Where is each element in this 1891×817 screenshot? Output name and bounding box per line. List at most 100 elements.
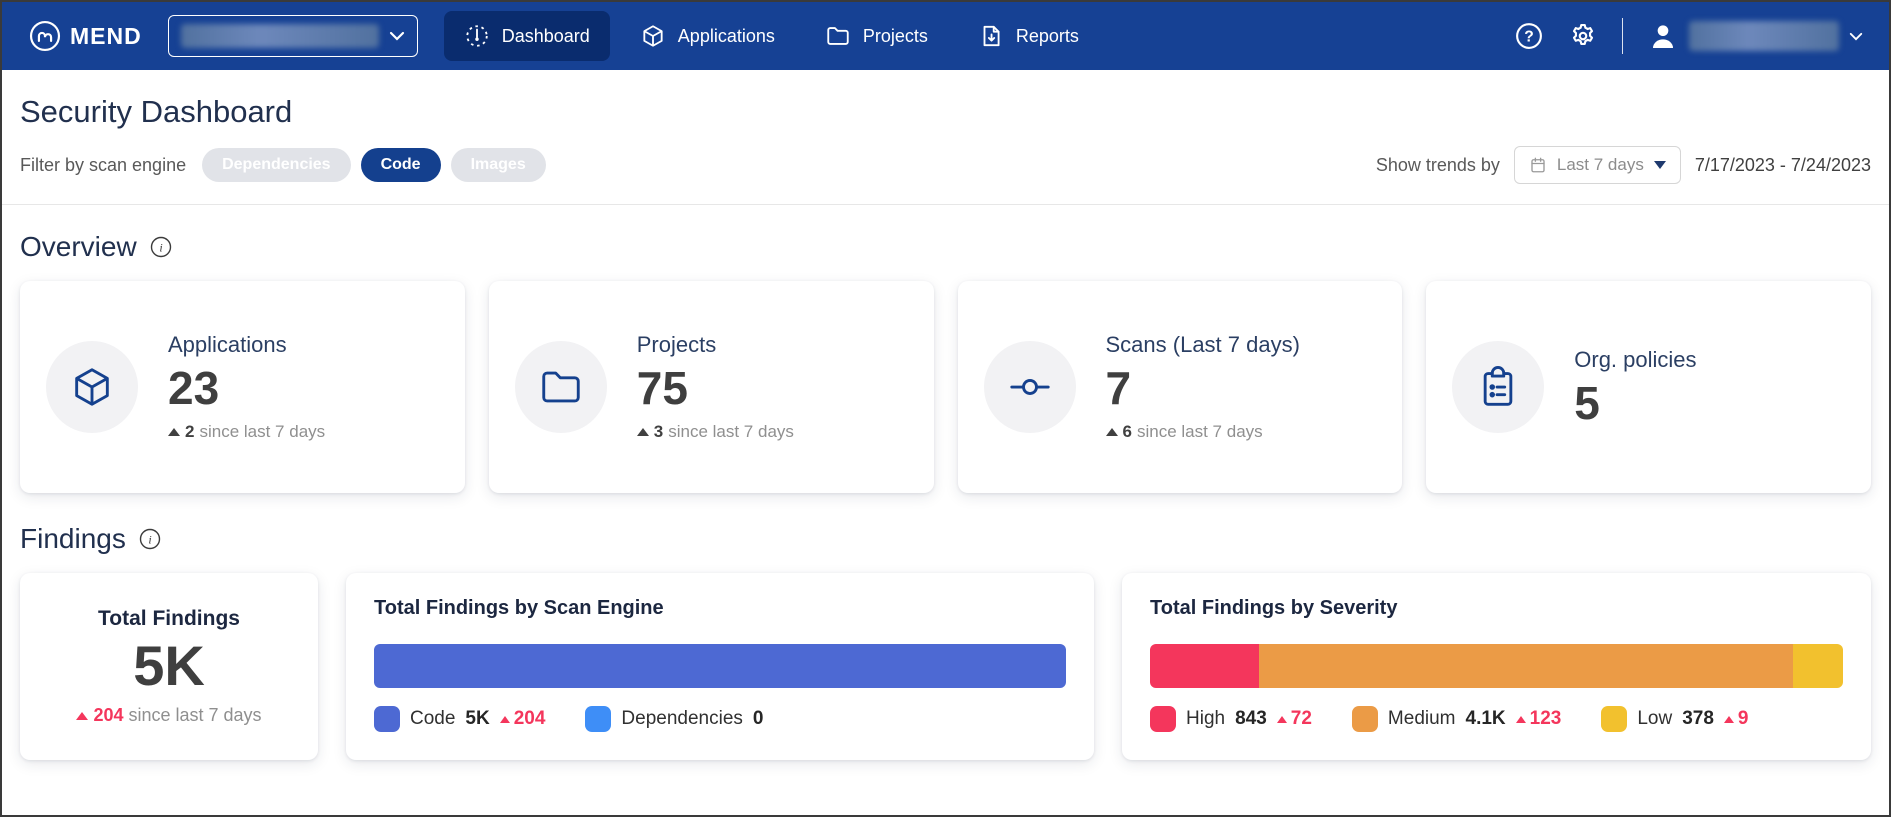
trend-suffix: since last 7 days [1137,422,1263,442]
page-title: Security Dashboard [20,94,1871,130]
filter-label: Filter by scan engine [20,155,186,176]
scan-engine-stacked-bar[interactable] [374,644,1066,688]
icon-circle [984,341,1076,433]
legend-swatch [1352,706,1378,732]
settings-gear-icon[interactable] [1568,21,1598,51]
legend-delta: 9 [1724,708,1749,730]
nav-tab-label: Projects [863,26,928,47]
caret-down-icon [1654,161,1666,169]
trend-range-dropdown[interactable]: Last 7 days [1514,146,1681,184]
legend-value: 0 [753,708,764,730]
legend-swatch [1601,706,1627,732]
bar-segment-low[interactable] [1793,644,1843,688]
legend-name: Medium [1388,708,1456,730]
legend-name: Dependencies [621,708,742,730]
nav-tab-label: Reports [1016,26,1079,47]
legend-delta-value: 123 [1530,708,1562,730]
trend-up-icon [500,716,510,723]
trend-up-icon [76,712,88,720]
nav-tab-label: Dashboard [502,26,590,47]
overview-section-header: Overview i [20,231,1871,263]
card-label: Applications [168,332,325,358]
trends-controls: Show trends by Last 7 days 7/17/2023 - 7… [1376,146,1871,184]
scan-engine-chart-title: Total Findings by Scan Engine [374,597,1066,620]
cube-icon [640,23,666,49]
mend-logo[interactable]: MEND [28,19,142,53]
filter-pill-images[interactable]: Images [451,148,546,182]
legend-swatch [585,706,611,732]
legend-value: 843 [1235,708,1267,730]
nav-tab-reports[interactable]: Reports [958,11,1099,61]
trend-up-icon [1277,716,1287,723]
legend-item-high: High 843 72 [1150,706,1312,732]
trend-up-icon [1106,428,1118,436]
legend-delta-value: 9 [1738,708,1749,730]
trend-up-icon [168,428,180,436]
total-findings-card[interactable]: Total Findings 5K 204 since last 7 days [20,573,318,760]
scan-commit-icon [1007,364,1053,410]
trend-delta: 6 [1123,422,1132,442]
report-download-icon [978,23,1004,49]
bar-segment-high[interactable] [1150,644,1259,688]
overview-title: Overview [20,231,137,263]
filter-pill-dependencies[interactable]: Dependencies [202,148,350,182]
nav-tab-projects[interactable]: Projects [805,11,948,61]
findings-title: Findings [20,523,126,555]
user-avatar-icon [1647,20,1679,52]
header-divider [2,204,1889,205]
overview-card-org-policies[interactable]: Org. policies 5 [1426,281,1871,493]
organization-selector[interactable] [168,15,418,57]
organization-name-redacted [181,24,379,48]
nav-tab-applications[interactable]: Applications [620,11,795,61]
filter-pill-code[interactable]: Code [361,148,441,182]
user-menu[interactable] [1647,20,1863,52]
trend-delta: 204 [93,705,123,726]
cube-icon [69,364,115,410]
scan-engine-filter-group: Dependencies Code Images [202,148,546,182]
nav-tab-dashboard[interactable]: Dashboard [444,11,610,61]
card-value: 75 [637,364,794,412]
mend-logo-icon [28,19,62,53]
total-findings-trend: 204 since last 7 days [76,705,261,726]
help-icon[interactable]: ? [1514,21,1544,51]
main-navigation: Dashboard Applications Projects [444,11,1099,61]
findings-by-severity-card: Total Findings by Severity High 843 72 [1122,573,1871,760]
card-trend: 6 since last 7 days [1106,422,1300,442]
info-icon[interactable]: i [138,527,162,551]
show-trends-label: Show trends by [1376,155,1500,176]
card-label: Org. policies [1574,347,1696,373]
bar-segment-code[interactable] [374,644,1066,688]
overview-card-projects[interactable]: Projects 75 3 since last 7 days [489,281,934,493]
legend-value: 4.1K [1466,708,1506,730]
severity-stacked-bar[interactable] [1150,644,1843,688]
findings-cards-row: Total Findings 5K 204 since last 7 days … [20,573,1871,760]
legend-swatch [374,706,400,732]
icon-circle [46,341,138,433]
username-redacted [1689,21,1839,51]
severity-chart-title: Total Findings by Severity [1150,597,1843,620]
bar-segment-medium[interactable] [1259,644,1793,688]
svg-text:i: i [159,241,162,255]
legend-item-dependencies: Dependencies 0 [585,706,763,732]
info-icon[interactable]: i [149,235,173,259]
date-range: 7/17/2023 - 7/24/2023 [1695,155,1871,176]
overview-card-applications[interactable]: Applications 23 2 since last 7 days [20,281,465,493]
calendar-icon [1529,156,1547,174]
trend-up-icon [1724,716,1734,723]
dashboard-gauge-icon [464,23,490,49]
legend-item-medium: Medium 4.1K 123 [1352,706,1561,732]
top-navbar: MEND Dashboard [2,2,1889,70]
legend-delta: 72 [1277,708,1312,730]
trend-suffix: since last 7 days [128,705,261,726]
legend-value: 378 [1682,708,1714,730]
findings-by-scan-engine-card: Total Findings by Scan Engine Code 5K 20… [346,573,1094,760]
card-label: Projects [637,332,794,358]
legend-delta-value: 204 [514,708,546,730]
icon-circle [1452,341,1544,433]
scan-engine-legend: Code 5K 204 Dependencies 0 [374,706,1066,732]
legend-name: High [1186,708,1225,730]
card-trend: 3 since last 7 days [637,422,794,442]
trend-suffix: since last 7 days [199,422,325,442]
legend-delta-value: 72 [1291,708,1312,730]
overview-card-scans[interactable]: Scans (Last 7 days) 7 6 since last 7 day… [958,281,1403,493]
